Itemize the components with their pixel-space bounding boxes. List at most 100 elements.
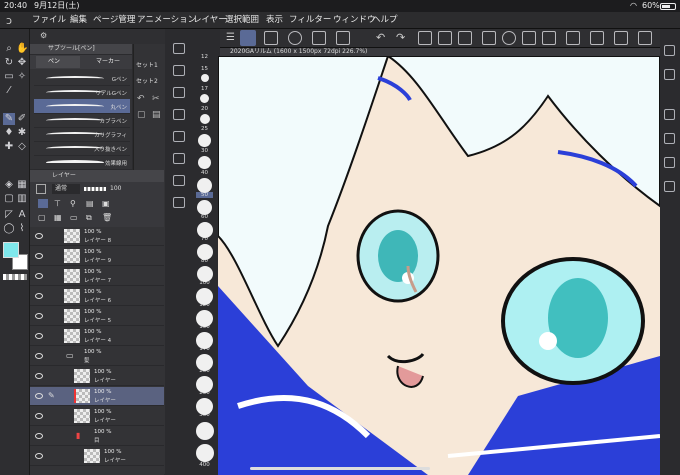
move-icon[interactable]: ✥ (16, 57, 28, 69)
new-vector-icon[interactable]: ▦ (54, 213, 62, 222)
material-icon[interactable] (173, 153, 185, 164)
mode-toggle-icon[interactable] (264, 31, 278, 45)
menu-icon[interactable]: ☰ (226, 32, 235, 43)
brush-tool-icon[interactable]: ♦ (3, 127, 15, 139)
color-wheel-icon[interactable] (173, 87, 185, 98)
set-item-1[interactable]: セット1 (136, 60, 158, 69)
brush-item[interactable]: リアルGペン (34, 85, 130, 100)
layer-row[interactable]: 100 % レイヤー (30, 447, 164, 466)
lasso-icon[interactable] (522, 31, 536, 45)
crop-icon[interactable] (638, 31, 652, 45)
visibility-icon[interactable] (35, 293, 43, 299)
layer-folder-row[interactable]: ▮ 100 % 目 (30, 427, 164, 446)
visibility-icon[interactable] (35, 413, 43, 419)
transform-icon[interactable] (418, 31, 432, 45)
size-label[interactable]: 20 (196, 106, 213, 112)
menu-view[interactable]: 表示 (266, 12, 283, 29)
size-label[interactable]: 40 (196, 170, 213, 176)
brush-size-icon[interactable] (173, 65, 185, 76)
layer-color-icon[interactable] (36, 184, 46, 194)
layer-row-selected[interactable]: ✎ 100 % レイヤー (30, 387, 164, 406)
invert-icon[interactable] (590, 31, 604, 45)
visibility-icon[interactable] (35, 273, 43, 279)
pencil-tool-icon[interactable]: ✐ (16, 113, 28, 125)
fill-icon[interactable] (458, 31, 472, 45)
color-set-icon[interactable] (173, 109, 185, 120)
auto-select-icon[interactable]: ✧ (16, 71, 28, 83)
brush-settings-icon[interactable]: ⚙ (40, 31, 47, 40)
size-label[interactable]: 25 (196, 126, 213, 132)
settings-icon[interactable] (664, 181, 675, 192)
visibility-icon[interactable] (35, 353, 43, 359)
layer-row[interactable]: 100 % レイヤー (30, 367, 164, 386)
app-logo-icon[interactable]: ↄ (6, 14, 12, 27)
brush-item[interactable]: 効果線用 (34, 155, 130, 170)
layer-row[interactable]: 100 % レイヤー 9 (30, 247, 164, 266)
resize-icon[interactable] (438, 31, 452, 45)
menu-edit[interactable]: 編集 (70, 12, 87, 29)
menu-file[interactable]: ファイル (32, 12, 66, 29)
document-tab[interactable]: 2020GAリルム (1600 x 1500px 72dpi 226.7%) (220, 48, 660, 56)
menu-help[interactable]: ヘルプ (372, 12, 398, 29)
lock-icon[interactable] (38, 199, 48, 208)
brush-item[interactable]: カリグラフィ (34, 127, 130, 142)
rotate-icon[interactable]: ↻ (3, 57, 15, 69)
bucket-icon[interactable] (482, 31, 496, 45)
export-icon[interactable] (664, 109, 675, 120)
clip-icon[interactable]: ⊤ (54, 199, 61, 208)
folder-icon[interactable]: ▭ (70, 213, 78, 222)
transparent-color-swatch[interactable] (3, 274, 27, 280)
layer-row[interactable]: 100 % レイヤー 6 (30, 287, 164, 306)
visibility-icon[interactable] (35, 233, 43, 239)
undo-small-icon[interactable]: ↶ (137, 94, 145, 104)
share-icon[interactable] (664, 133, 675, 144)
figure-icon[interactable]: ▢ (3, 193, 15, 205)
paste-icon[interactable]: ▤ (152, 110, 161, 120)
set-item-2[interactable]: セット2 (136, 76, 158, 85)
correct-line-icon[interactable]: ⌇ (16, 223, 28, 235)
eraser-icon[interactable]: ◇ (16, 141, 28, 153)
draft-icon[interactable]: ▤ (86, 199, 94, 208)
navigator-icon[interactable] (312, 31, 326, 45)
layer-row[interactable]: 100 % レイヤー 5 (30, 307, 164, 326)
blend-mode-select[interactable]: 通常 (52, 184, 80, 194)
grid-icon[interactable] (336, 31, 350, 45)
airbrush-icon[interactable]: ✱ (16, 127, 28, 139)
zoom-icon[interactable]: ⌕ (3, 43, 15, 55)
ruler-icon[interactable]: ◸ (3, 209, 15, 221)
sphere-icon[interactable] (288, 31, 302, 45)
visibility-icon[interactable] (35, 373, 43, 379)
tab-marker[interactable]: マーカー (82, 56, 128, 68)
mask-icon[interactable]: ▣ (102, 199, 110, 208)
size-label[interactable]: 30 (196, 148, 213, 154)
menu-selection[interactable]: 選択範囲 (225, 12, 259, 29)
layer-property-icon[interactable] (173, 175, 185, 186)
merge-icon[interactable]: ⧉ (86, 213, 92, 223)
layer-row[interactable]: 100 % レイヤー 7 (30, 267, 164, 286)
redo-icon[interactable]: ↷ (396, 31, 405, 44)
menu-page[interactable]: ページ管理 (93, 12, 135, 29)
brush-item[interactable]: Gペン (34, 71, 130, 86)
visibility-icon[interactable] (35, 393, 43, 399)
ref-icon[interactable]: ⚲ (70, 199, 76, 208)
selection-icon[interactable] (614, 31, 628, 45)
fill-tool-icon[interactable]: ◈ (3, 179, 15, 191)
menu-filter[interactable]: フィルター (289, 12, 331, 29)
brush-item[interactable]: カブラペン (34, 113, 130, 128)
more-icon[interactable] (664, 45, 675, 56)
decoration-icon[interactable]: ✚ (3, 141, 15, 153)
eyedropper-icon[interactable]: ⁄ (3, 85, 15, 97)
visibility-icon[interactable] (35, 253, 43, 259)
undo-icon[interactable]: ↶ (376, 31, 385, 44)
brush-item-selected[interactable]: 丸ペン (34, 99, 130, 114)
pen-mode-button[interactable] (240, 30, 256, 46)
layer-row[interactable]: 100 % レイヤー 8 (30, 227, 164, 246)
new-layer-icon[interactable]: ▢ (38, 213, 46, 222)
main-color-swatch[interactable] (3, 242, 19, 258)
navigator-small-icon[interactable] (173, 197, 185, 208)
layer-row[interactable]: 100 % レイヤー 4 (30, 327, 164, 346)
copy-icon[interactable]: ▢ (137, 110, 146, 120)
layer-folder-row[interactable]: ▭ 100 % 髪 (30, 347, 164, 366)
menu-layer[interactable]: レイヤー (193, 12, 227, 29)
size-label[interactable]: 15 (196, 66, 213, 72)
